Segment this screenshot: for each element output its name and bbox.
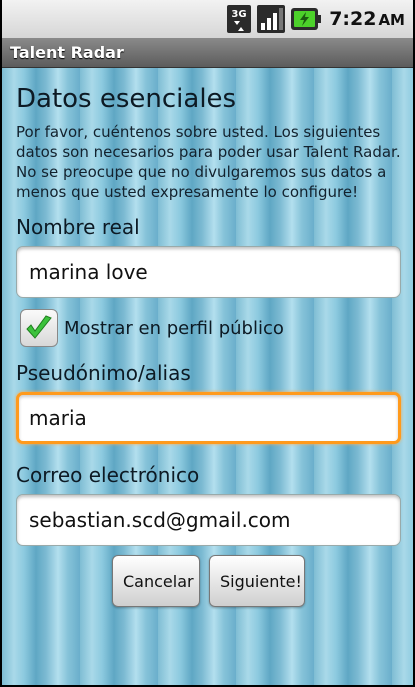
network-type-label: 3G xyxy=(232,9,247,20)
clock-time: 7:22 xyxy=(329,8,377,30)
email-label: Correo electrónico xyxy=(16,463,200,487)
real-name-input[interactable]: marina love xyxy=(16,246,401,298)
battery-charging-icon xyxy=(291,8,322,30)
clock: 7:22 AM xyxy=(329,8,405,30)
alias-input[interactable]: maria xyxy=(16,392,401,444)
alias-label: Pseudónimo/alias xyxy=(16,361,191,385)
next-button[interactable]: Siguiente! xyxy=(209,555,305,607)
public-profile-label: Mostrar en perfil público xyxy=(64,317,284,339)
alias-value: maria xyxy=(29,406,87,430)
clock-ampm: AM xyxy=(378,11,405,29)
email-input[interactable]: sebastian.scd@gmail.com xyxy=(16,494,401,546)
email-value: sebastian.scd@gmail.com xyxy=(29,508,291,532)
page-title: Datos esenciales xyxy=(16,84,237,114)
checkmark-icon xyxy=(26,315,52,339)
app-title: Talent Radar xyxy=(10,43,124,62)
button-row: Cancelar Siguiente! xyxy=(16,555,401,607)
form-container: Datos esenciales Por favor, cuéntenos so… xyxy=(2,68,413,685)
real-name-label: Nombre real xyxy=(16,215,140,239)
phone-screen: 3G 7:22 AM Talent Radar Datos esenciales… xyxy=(0,0,415,687)
signal-strength-icon xyxy=(257,5,286,33)
public-profile-row[interactable]: Mostrar en perfil público xyxy=(16,308,399,348)
intro-text: Por favor, cuéntenos sobre usted. Los si… xyxy=(16,123,401,201)
3g-data-icon: 3G xyxy=(227,5,252,33)
status-bar: 3G 7:22 AM xyxy=(2,0,413,38)
app-title-bar: Talent Radar xyxy=(2,38,413,68)
cancel-button[interactable]: Cancelar xyxy=(112,555,200,607)
public-profile-checkbox[interactable] xyxy=(20,309,58,347)
real-name-value: marina love xyxy=(29,260,148,284)
